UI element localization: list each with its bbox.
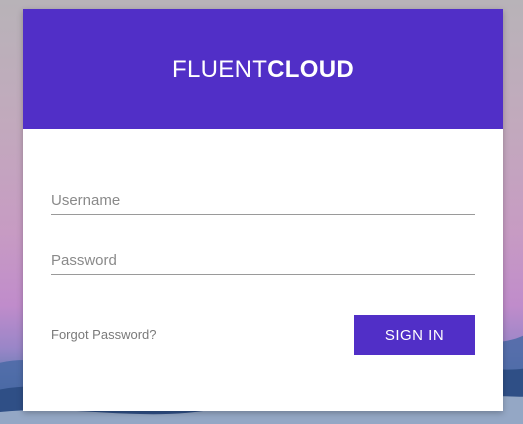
brand-logo: FLUENTCLOUD bbox=[172, 56, 354, 84]
card-header: FLUENTCLOUD bbox=[23, 9, 503, 129]
sign-in-button[interactable]: SIGN IN bbox=[354, 315, 475, 355]
login-card: FLUENTCLOUD Forgot Password? SIGN IN bbox=[23, 9, 503, 411]
password-input[interactable] bbox=[51, 246, 475, 275]
username-input[interactable] bbox=[51, 186, 475, 215]
forgot-password-link[interactable]: Forgot Password? bbox=[51, 327, 157, 342]
brand-logo-bold: CLOUD bbox=[267, 55, 354, 83]
brand-logo-light: FLUENT bbox=[172, 55, 268, 83]
